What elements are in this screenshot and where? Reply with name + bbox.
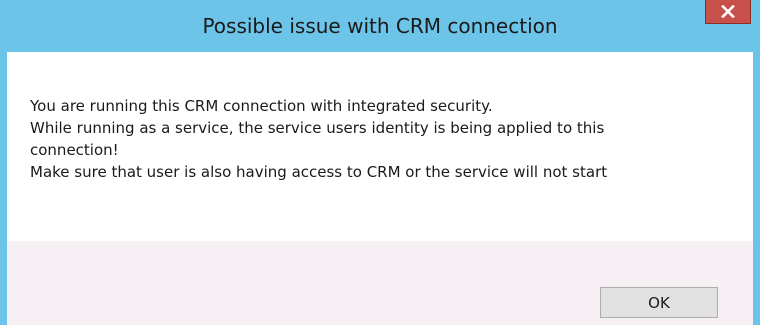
message-line: While running as a service, the service … <box>30 119 605 137</box>
dialog-body: You are running this CRM connection with… <box>7 52 753 325</box>
ok-button[interactable]: OK <box>600 287 718 318</box>
message-text: You are running this CRM connection with… <box>30 95 730 183</box>
message-line: Make sure that user is also having acces… <box>30 163 608 181</box>
close-icon <box>721 5 735 18</box>
dialog-window: Possible issue with CRM connection You a… <box>0 0 760 325</box>
button-area: OK <box>7 241 753 325</box>
close-button[interactable] <box>705 0 751 24</box>
dialog-title: Possible issue with CRM connection <box>202 14 558 38</box>
message-line: You are running this CRM connection with… <box>30 97 493 115</box>
title-bar[interactable]: Possible issue with CRM connection <box>0 0 760 52</box>
message-line: connection! <box>30 141 119 159</box>
